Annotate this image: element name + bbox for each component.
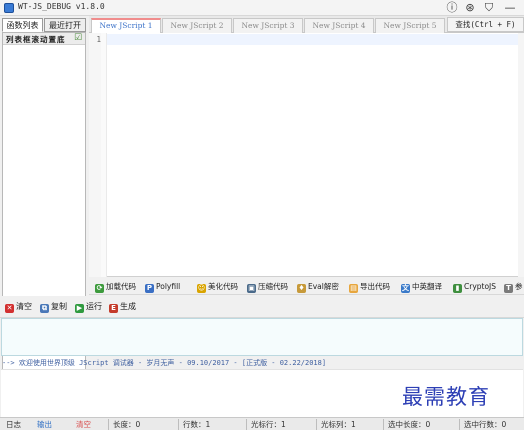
tab-recent-files[interactable]: 最近打开: [44, 18, 86, 32]
status-bar: 日志 输出 清空 长度：0 行数：1 光标行：1 光标列：1 选中长度：0 选中…: [0, 417, 524, 430]
copy-icon: ⧉: [40, 304, 49, 313]
cryptojs-button[interactable]: ▮ CryptoJS: [453, 281, 496, 293]
cryptojs-icon: ▮: [453, 284, 462, 293]
status-divider: [459, 419, 460, 430]
find-button[interactable]: 查找(Ctrl + F): [447, 17, 524, 32]
info-icon[interactable]: ⓘ: [444, 1, 460, 15]
fold-margin: [101, 33, 107, 277]
params-button[interactable]: T参: [504, 281, 523, 293]
settings-icon[interactable]: ⊛: [462, 1, 478, 15]
polyfill-label: Polyfill: [156, 282, 181, 291]
output-textbox[interactable]: [1, 318, 523, 356]
generate-label: 生成: [120, 302, 136, 311]
vertical-scrollbar[interactable]: [518, 33, 524, 277]
current-line-highlight: [107, 34, 524, 45]
export-code-button[interactable]: ▤ 导出代码: [349, 281, 390, 293]
params-label: 参: [515, 282, 523, 291]
tab-new-jscript-3[interactable]: New JScript 3: [233, 18, 303, 33]
status-divider: [108, 419, 109, 430]
status-divider: [383, 419, 384, 430]
beautify-code-label: 美化代码: [208, 282, 238, 291]
minimize-button[interactable]: —: [502, 1, 518, 15]
polyfill-button[interactable]: P Polyfill: [145, 281, 180, 293]
run-label: 运行: [86, 302, 102, 311]
clear-log-button[interactable]: 清空: [76, 419, 91, 430]
clear-icon: ✕: [5, 304, 14, 313]
list-scroll-bottom-label: 列表框滚动置底: [6, 35, 66, 44]
tab-output[interactable]: 输出: [37, 419, 52, 430]
tab-new-jscript-4[interactable]: New JScript 4: [304, 18, 374, 33]
beautify-code-button[interactable]: ☺ 美化代码: [197, 281, 238, 293]
params-icon: T: [504, 284, 513, 293]
selection-length-field: 选中长度：0: [388, 420, 431, 429]
left-panel-tabs: 函数列表 最近打开: [2, 18, 86, 32]
copy-label: 复制: [51, 302, 67, 311]
tab-log[interactable]: 日志: [6, 419, 21, 430]
compress-code-button[interactable]: ▣ 压缩代码: [247, 281, 288, 293]
generate-icon: E: [109, 304, 118, 313]
export-code-label: 导出代码: [360, 282, 390, 291]
polyfill-icon: P: [145, 284, 154, 293]
cursor-column-field: 光标列：1: [321, 420, 356, 429]
title-bar: WT-JS_DEBUG v1.8.0 ⓘ ⊛ ⛉ —: [0, 0, 524, 16]
eval-icon: ♦: [297, 284, 306, 293]
skin-icon[interactable]: ⛉: [481, 1, 497, 15]
welcome-message: --> 欢迎使用世界顶级 JScript 调试器 - 岁月无声 - 09.10/…: [2, 359, 327, 367]
scroll-bottom-checkbox[interactable]: ☑: [74, 33, 82, 43]
code-toolbar: ⟳ 加载代码 P Polyfill ☺ 美化代码 ▣ 压缩代码 ♦ Eval解密 ▤ 导出代…: [89, 278, 524, 295]
app-logo-icon: [4, 3, 14, 13]
tab-new-jscript-2[interactable]: New JScript 2: [162, 18, 232, 33]
compress-code-label: 压缩代码: [258, 282, 288, 291]
clear-label: 清空: [16, 302, 32, 311]
translate-button[interactable]: 文中英翻译: [401, 281, 442, 293]
status-divider: [246, 419, 247, 430]
status-divider: [178, 419, 179, 430]
compress-icon: ▣: [247, 284, 256, 293]
script-tab-bar: New JScript 1 New JScript 2 New JScript …: [89, 16, 524, 33]
translate-icon: 文: [401, 284, 410, 293]
copy-button[interactable]: ⧉ 复制: [40, 301, 67, 313]
eval-decrypt-button[interactable]: ♦ Eval解密: [297, 281, 339, 293]
watermark: 最需教育: [402, 385, 490, 409]
translate-label: 中英翻译: [412, 282, 442, 291]
beautify-icon: ☺: [197, 284, 206, 293]
run-icon: ▶: [75, 304, 84, 313]
status-divider: [316, 419, 317, 430]
list-header: 列表框滚动置底 ☑: [3, 33, 85, 45]
line-number: 1: [96, 35, 101, 44]
export-icon: ▤: [349, 284, 358, 293]
eval-decrypt-label: Eval解密: [308, 282, 339, 291]
length-field: 长度：0: [113, 420, 141, 429]
window-title: WT-JS_DEBUG v1.8.0: [18, 2, 105, 11]
tab-new-jscript-1[interactable]: New JScript 1: [91, 18, 161, 33]
run-button[interactable]: ▶ 运行: [75, 301, 102, 313]
tab-new-jscript-5[interactable]: New JScript 5: [375, 18, 445, 33]
selection-lines-field: 选中行数：0: [464, 420, 507, 429]
load-icon: ⟳: [95, 284, 104, 293]
generate-button[interactable]: E 生成: [109, 301, 136, 313]
run-toolbar: ✕ 清空 ⧉ 复制 ▶ 运行 E 生成: [0, 296, 524, 318]
tab-function-list[interactable]: 函数列表: [2, 18, 43, 32]
cryptojs-label: CryptoJS: [464, 282, 497, 291]
clear-button[interactable]: ✕ 清空: [5, 301, 32, 313]
code-editor[interactable]: 1: [89, 33, 524, 309]
line-count-field: 行数：1: [183, 420, 211, 429]
cursor-line-field: 光标行：1: [251, 420, 286, 429]
load-code-button[interactable]: ⟳ 加载代码: [95, 281, 136, 293]
load-code-label: 加载代码: [106, 282, 136, 291]
